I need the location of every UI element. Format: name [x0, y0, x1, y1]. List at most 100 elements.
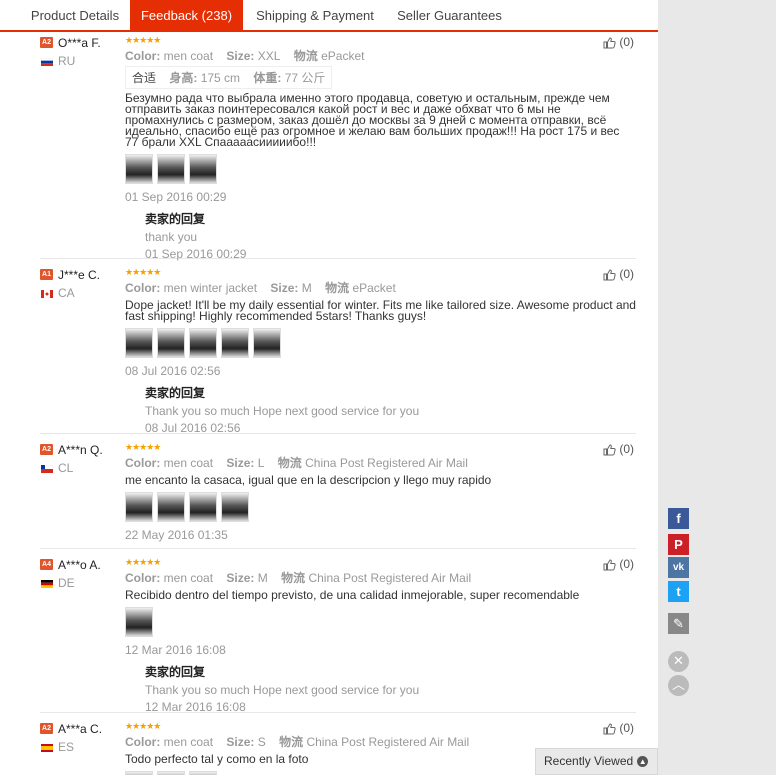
logistics-key: 物流	[325, 281, 350, 295]
buyer-level-badge: A2	[40, 444, 53, 456]
helpful-vote[interactable]: (0)	[603, 267, 634, 281]
review-photo-thumbnail[interactable]	[189, 154, 217, 184]
review-photo-thumbnail[interactable]	[157, 492, 185, 522]
helpful-vote[interactable]: (0)	[603, 35, 634, 49]
review-photo-thumbnail[interactable]	[189, 328, 217, 358]
review-item: A2 O***a F. RU ★★★★★ Color: men coat Size…	[40, 35, 636, 261]
star-rating-icon: ★★★★★	[125, 35, 161, 45]
seller-reply-title: 卖家的回复	[145, 386, 206, 400]
tab-shipping-payment[interactable]: Shipping & Payment	[243, 0, 387, 30]
seller-reply-text: Thank you so much Hope next good service…	[145, 683, 420, 697]
review-text: Безумно рада что выбрала именно этого пр…	[125, 91, 620, 149]
size-value: XXL	[257, 49, 281, 63]
seller-reply-title: 卖家的回复	[145, 212, 206, 226]
review-photo-thumbnail[interactable]	[125, 607, 153, 637]
facebook-icon: f	[668, 508, 689, 529]
logistics-value: ePacket	[352, 281, 396, 295]
review-photo-thumbnail[interactable]	[125, 771, 153, 775]
helpful-count: (0)	[619, 35, 634, 49]
buyer-country: ES	[40, 740, 125, 754]
helpful-vote[interactable]: (0)	[603, 721, 634, 735]
close-button[interactable]: ✕	[668, 651, 689, 672]
review-photo-thumbnail[interactable]	[221, 328, 249, 358]
back-to-top-button[interactable]: ︿	[668, 675, 689, 696]
seller-reply: 卖家的回复 thank you 01 Sep 2016 00:29	[145, 210, 636, 261]
review-photo-thumbnail[interactable]	[125, 492, 153, 522]
seller-reply-date: 08 Jul 2016 02:56	[145, 421, 241, 435]
color-value: men coat	[163, 735, 214, 749]
flag-cl-icon	[41, 464, 53, 473]
facebook-share-button[interactable]: f	[668, 508, 689, 529]
tab-product-details[interactable]: Product Details	[20, 0, 130, 30]
buyer-info: A2 A***a C. ES	[40, 721, 125, 754]
buyer-country: RU	[40, 54, 125, 68]
review-body: ★★★★★ Color: men coat Size: L 物流 China P…	[125, 442, 636, 542]
review-text: Recibido dentro del tiempo previsto, de …	[125, 588, 580, 602]
size-key: Size:	[270, 281, 299, 295]
logistics-key: 物流	[277, 456, 302, 470]
review-text: Dope jacket! It'll be my daily essential…	[125, 298, 636, 323]
helpful-vote[interactable]: (0)	[603, 557, 634, 571]
review-body: ★★★★★ Color: men coat Size: M 物流 China P…	[125, 557, 636, 714]
weight-key: 体重:	[253, 71, 282, 85]
logistics-value: China Post Registered Air Mail	[306, 735, 470, 749]
review-photo-thumbnail[interactable]	[253, 328, 281, 358]
review-item: A2 A***n Q. CL ★★★★★ Color: men coat Size…	[40, 442, 636, 549]
pinterest-share-button[interactable]: P	[668, 534, 689, 555]
star-rating-icon: ★★★★★	[125, 557, 161, 567]
chevron-up-icon: ︿	[671, 677, 685, 692]
seller-reply-date: 01 Sep 2016 00:29	[145, 247, 247, 261]
review-photo-thumbnail[interactable]	[157, 154, 185, 184]
thumbs-up-icon	[603, 444, 616, 456]
review-photo-thumbnail[interactable]	[125, 328, 153, 358]
helpful-vote[interactable]: (0)	[603, 442, 634, 456]
flag-ru-icon	[41, 57, 53, 66]
seller-reply: 卖家的回复 Thank you so much Hope next good s…	[145, 384, 636, 435]
chevron-up-icon: ▲	[637, 756, 649, 768]
buyer-country: CA	[40, 286, 125, 300]
review-body: ★★★★★ Color: men winter jacket Size: M 物…	[125, 267, 636, 435]
close-icon: ✕	[673, 653, 684, 668]
logistics-value: ePacket	[321, 49, 365, 63]
review-photo-thumbnail[interactable]	[221, 492, 249, 522]
edit-button[interactable]: ✎	[668, 613, 689, 634]
height-value: 175 cm	[200, 71, 241, 85]
size-key: Size:	[226, 571, 255, 585]
vk-share-button[interactable]: vk	[668, 557, 689, 578]
buyer-level-badge: A2	[40, 37, 53, 49]
order-attributes: Color: men coat Size: M 物流 China Post Re…	[125, 569, 636, 586]
thumbs-up-icon	[603, 559, 616, 571]
review-photo-thumbnail[interactable]	[157, 771, 185, 775]
recently-viewed-label: Recently Viewed	[544, 754, 634, 768]
logistics-key: 物流	[293, 49, 318, 63]
helpful-count: (0)	[619, 721, 634, 735]
vk-icon: vk	[668, 557, 689, 578]
tab-bar: Product Details Feedback (238) Shipping …	[0, 0, 658, 32]
review-photo-thumbnail[interactable]	[189, 771, 217, 775]
order-attributes: Color: men coat Size: XXL 物流 ePacket	[125, 47, 636, 64]
logistics-key: 物流	[279, 735, 304, 749]
tab-feedback[interactable]: Feedback (238)	[130, 0, 243, 30]
logistics-value: China Post Registered Air Mail	[308, 571, 472, 585]
buyer-country: CL	[40, 461, 125, 475]
seller-reply-title: 卖家的回复	[145, 665, 206, 679]
review-photo-thumbnail[interactable]	[125, 154, 153, 184]
country-code: RU	[58, 53, 76, 68]
size-value: M	[301, 281, 312, 295]
review-photos	[125, 154, 636, 184]
review-text: me encanto la casaca, igual que en la de…	[125, 473, 492, 487]
review-photo-thumbnail[interactable]	[189, 492, 217, 522]
recently-viewed-button[interactable]: Recently Viewed ▲	[535, 748, 658, 775]
thumbs-up-icon	[603, 723, 616, 735]
buyer-level-badge: A1	[40, 269, 53, 281]
weight-value: 77 公斤	[284, 71, 326, 85]
review-photo-thumbnail[interactable]	[157, 328, 185, 358]
tab-seller-guarantees[interactable]: Seller Guarantees	[387, 0, 512, 30]
buyer-name: A***n Q.	[58, 442, 103, 457]
twitter-share-button[interactable]: t	[668, 581, 689, 602]
color-key: Color:	[125, 49, 161, 63]
fit-value: 合适	[132, 71, 157, 85]
review-body: ★★★★★ Color: men coat Size: XXL 物流 ePack…	[125, 35, 636, 261]
country-code: CA	[58, 285, 75, 300]
star-rating-icon: ★★★★★	[125, 442, 161, 452]
